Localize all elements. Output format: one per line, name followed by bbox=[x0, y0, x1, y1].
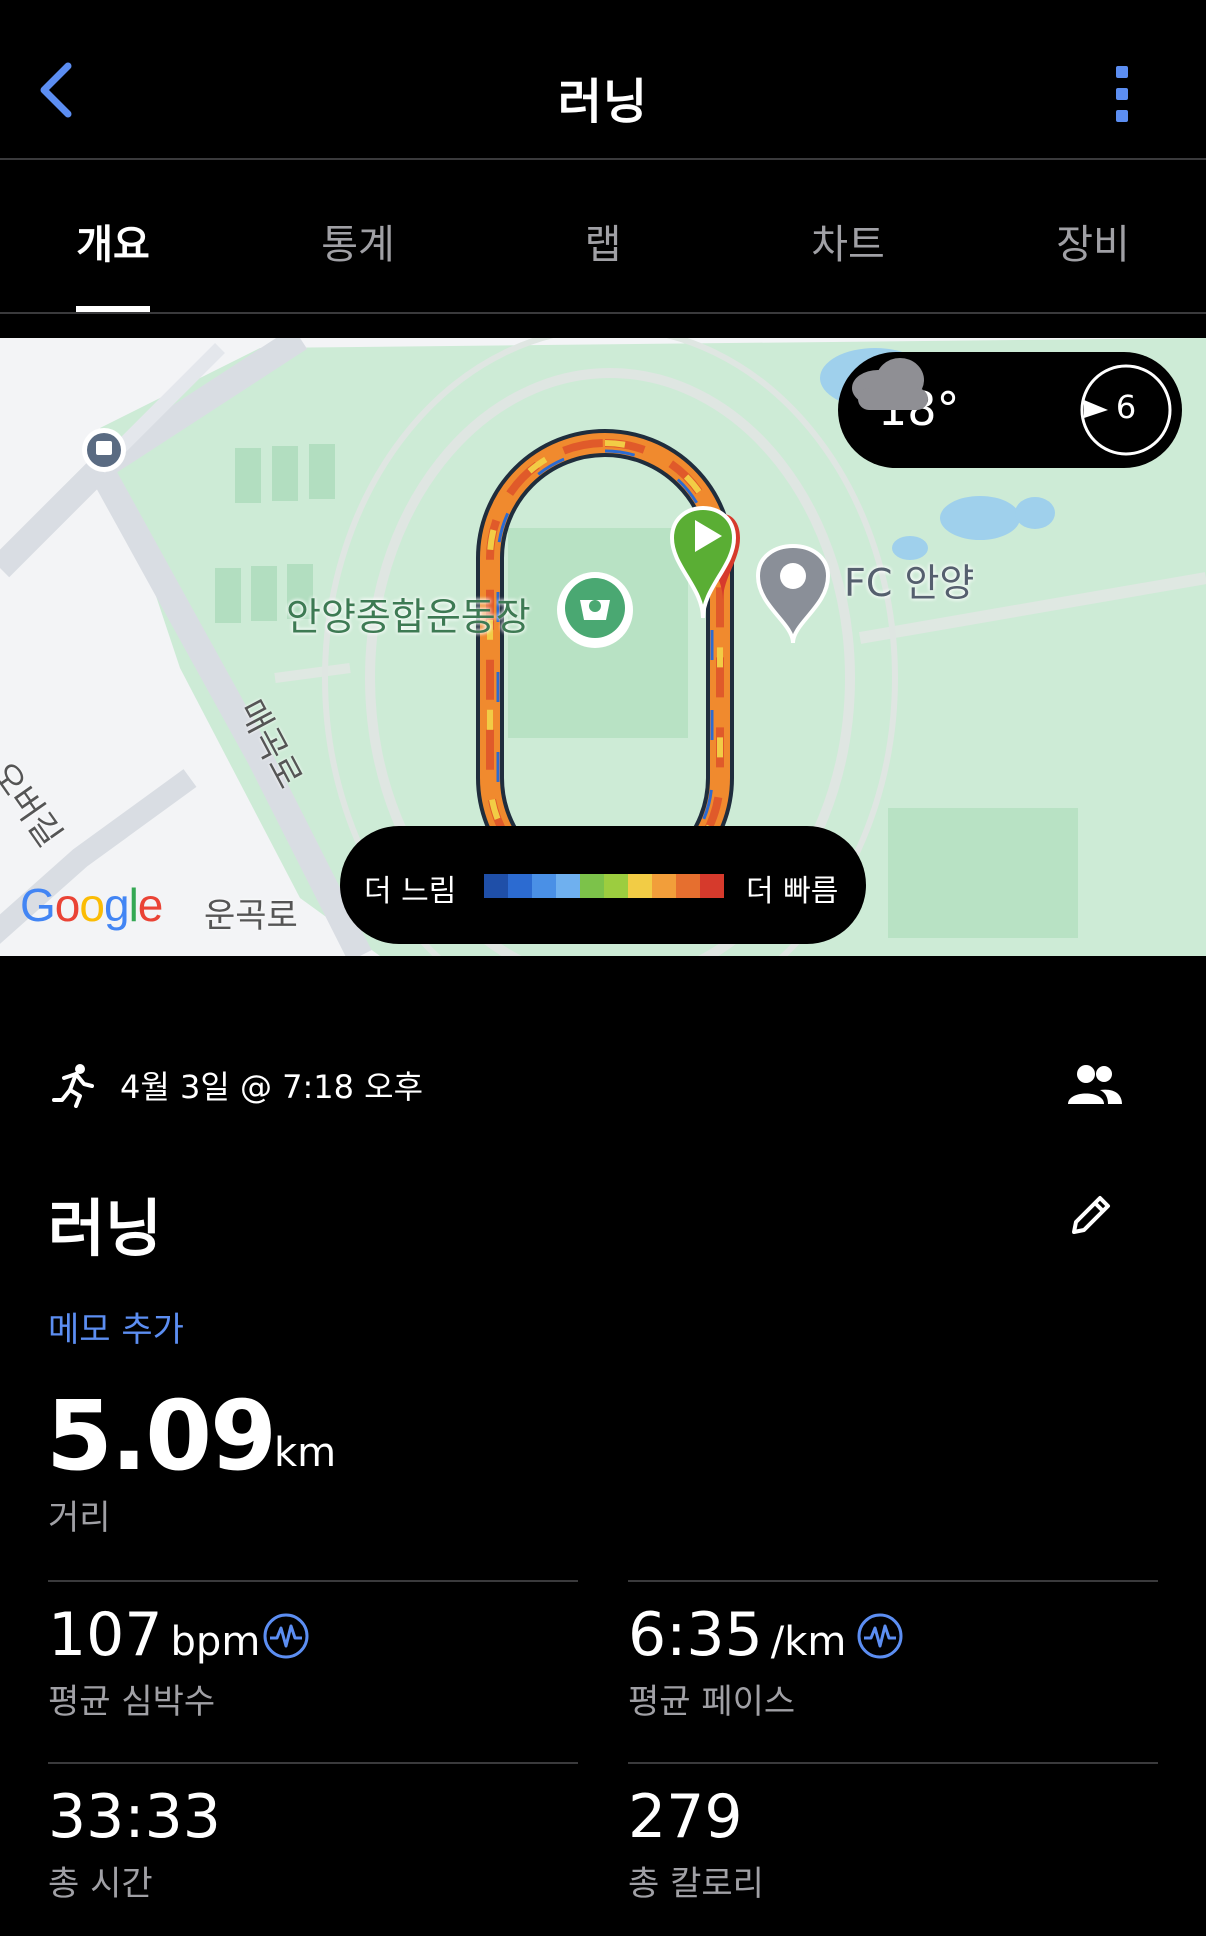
app-header: 러닝 bbox=[0, 0, 1206, 160]
pace-zone-icon[interactable] bbox=[856, 1612, 904, 1660]
running-icon bbox=[52, 1064, 94, 1108]
active-tab-indicator bbox=[76, 306, 150, 312]
total-time-label: 총 시간 bbox=[48, 1864, 153, 1904]
google-logo: Google bbox=[20, 879, 163, 931]
pace-color-swatch bbox=[652, 874, 676, 898]
total-time-value: 33:33 bbox=[48, 1782, 221, 1852]
stadium-label: 안양종합운동장 bbox=[286, 595, 531, 639]
pace-legend: 더 느림 더 빠름 bbox=[340, 826, 866, 944]
pace-color-swatch bbox=[676, 874, 700, 898]
pace-color-swatch bbox=[532, 874, 556, 898]
tab-laps[interactable]: 랩 bbox=[523, 212, 683, 270]
stat-divider bbox=[48, 1580, 578, 1582]
distance-label: 거리 bbox=[48, 1498, 111, 1538]
pace-color-swatch bbox=[628, 874, 652, 898]
more-dot-icon bbox=[1116, 88, 1128, 100]
pencil-icon[interactable] bbox=[1066, 1190, 1116, 1240]
pace-color-swatch bbox=[508, 874, 532, 898]
weather-badge: 18° 6 bbox=[838, 352, 1182, 468]
activity-meta-row: 4월 3일 @ 7:18 오후 bbox=[50, 1058, 1160, 1108]
stat-divider bbox=[48, 1762, 578, 1764]
legend-slow-label: 더 느림 bbox=[364, 874, 457, 909]
pace-color-swatch bbox=[700, 874, 724, 898]
stat-divider bbox=[628, 1762, 1158, 1764]
avg-pace-label: 평균 페이스 bbox=[628, 1682, 796, 1722]
pace-color-swatch bbox=[484, 874, 508, 898]
distance-value: 5.09 bbox=[46, 1380, 277, 1492]
wind-speed: 6 bbox=[1115, 388, 1137, 426]
pace-color-swatch bbox=[604, 874, 628, 898]
pace-color-swatch bbox=[580, 874, 604, 898]
tab-overview[interactable]: 개요 bbox=[33, 212, 193, 270]
cloud-icon bbox=[852, 358, 928, 410]
wind-direction-icon: 6 bbox=[1078, 362, 1174, 458]
avg-pace-value: 6:35/km bbox=[628, 1600, 846, 1670]
stat-number: 6:35 bbox=[628, 1600, 763, 1670]
total-calories-label: 총 칼로리 bbox=[628, 1864, 764, 1904]
pace-color-scale bbox=[484, 874, 724, 898]
fc-anyang-label: FC 안양 bbox=[844, 561, 975, 605]
activity-date: 4월 3일 @ 7:18 오후 bbox=[120, 1068, 424, 1106]
stat-unit: /km bbox=[770, 1619, 847, 1665]
page-title: 러닝 bbox=[557, 74, 649, 130]
more-options-button[interactable] bbox=[1100, 58, 1144, 128]
tab-gear[interactable]: 장비 bbox=[1013, 212, 1173, 270]
route-map[interactable]: 안양종합운동장 FC 안양 매곡로 오버길 Google 운곡로 18° 6 더… bbox=[0, 338, 1206, 956]
heart-rate-zone-icon[interactable] bbox=[262, 1612, 310, 1660]
tab-stats[interactable]: 통계 bbox=[278, 212, 438, 270]
pace-color-swatch bbox=[556, 874, 580, 898]
distance-unit: km bbox=[274, 1430, 337, 1476]
total-calories-value: 279 bbox=[628, 1782, 743, 1852]
people-icon[interactable] bbox=[1066, 1062, 1122, 1108]
add-memo-link[interactable]: 메모 추가 bbox=[48, 1302, 184, 1351]
activity-name: 러닝 bbox=[48, 1192, 163, 1265]
avg-heart-rate-label: 평균 심박수 bbox=[48, 1682, 216, 1722]
stat-divider bbox=[628, 1580, 1158, 1582]
avg-heart-rate-value: 107 bpm bbox=[48, 1600, 260, 1670]
tab-charts[interactable]: 차트 bbox=[768, 212, 928, 270]
legend-fast-label: 더 빠름 bbox=[746, 874, 839, 909]
stat-unit: bpm bbox=[170, 1619, 261, 1665]
road-label: 운곡로 bbox=[204, 896, 298, 936]
stat-number: 107 bbox=[48, 1600, 163, 1670]
tab-bar: 개요 통계 랩 차트 장비 bbox=[0, 162, 1206, 314]
more-dot-icon bbox=[1116, 66, 1128, 78]
more-dot-icon bbox=[1116, 110, 1128, 122]
